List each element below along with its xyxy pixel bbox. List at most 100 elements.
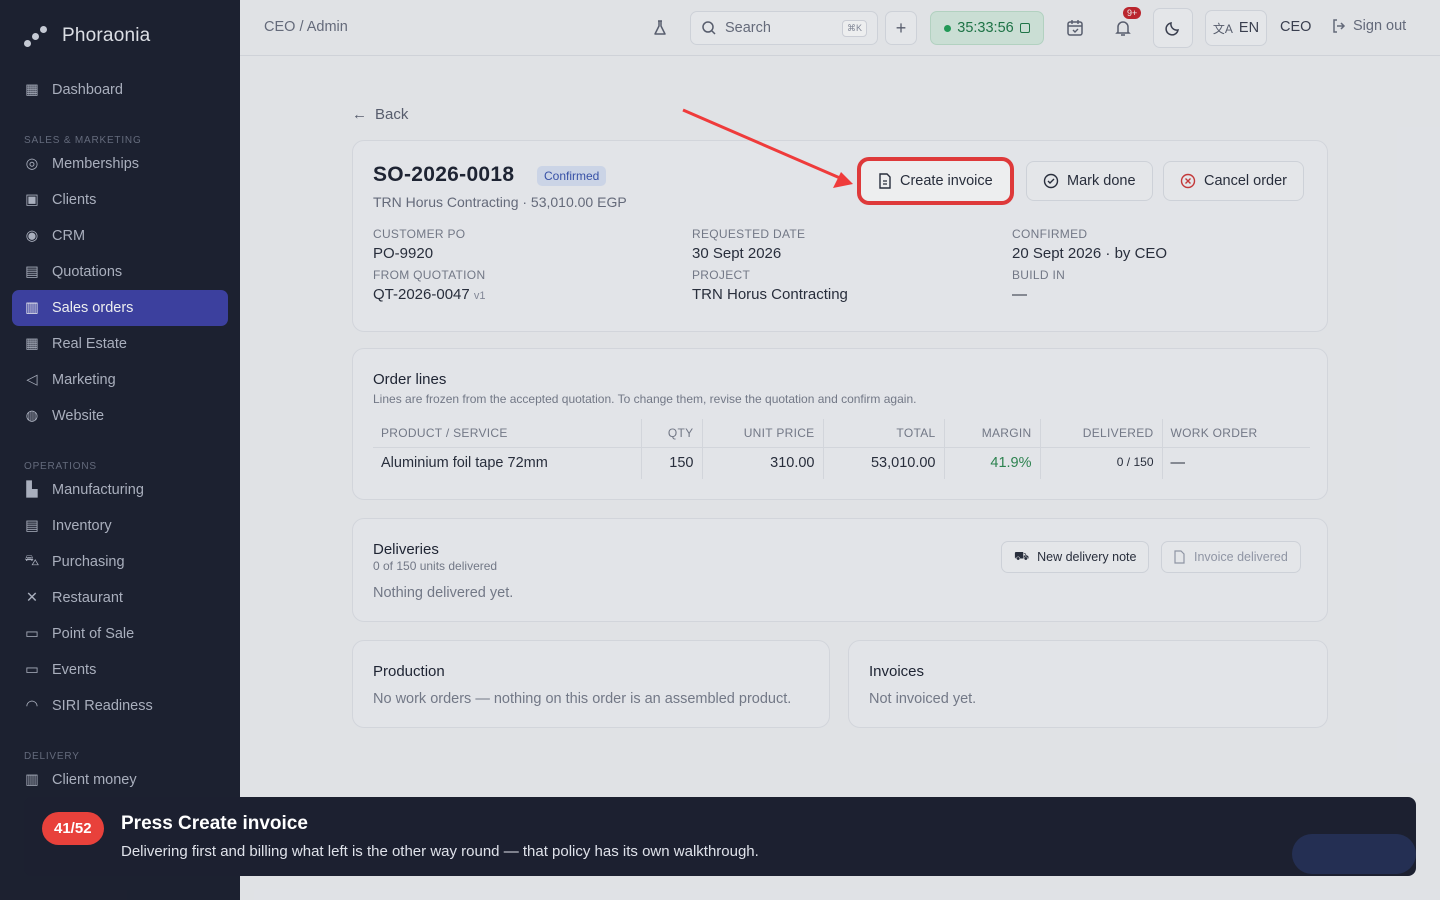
calendar-button[interactable] [1060,11,1090,45]
column-header: DELIVERED [1040,419,1163,448]
cart-icon: ⛍ [24,553,40,569]
sidebar-item-point-of-sale[interactable]: ▭ Point of Sale [0,616,240,652]
sidebar-item-events[interactable]: ▭ Events [0,652,240,688]
sidebar-item-siri-readiness[interactable]: ◠ SIRI Readiness [0,688,240,724]
sidebar-item-label: Events [52,662,97,678]
gauge-icon: ◠ [25,698,39,714]
field-value: 30 Sept 2026 [692,245,782,262]
quotation-link[interactable]: QT-2026-0047 [373,286,470,303]
sidebar-item-label: Restaurant [52,590,123,606]
order-lines-title: Order lines [373,371,447,388]
tour-text: Delivering first and billing what left i… [121,843,759,860]
sidebar-item-purchasing[interactable]: ⛍ Purchasing [0,544,240,580]
timer-status-dot [944,24,952,32]
sidebar-item-quotations[interactable]: ▤ Quotations [0,254,240,290]
theme-toggle[interactable] [1153,8,1193,48]
sidebar-item-manufacturing[interactable]: ▙ Manufacturing [0,472,240,508]
app-name: Phoraonia [62,25,151,46]
factory-icon: ▙ [26,482,38,498]
flask-icon[interactable] [648,11,672,45]
cell-margin: 41.9% [944,447,1041,479]
sidebar-item-label: SIRI Readiness [52,698,153,714]
sidebar-item-crm[interactable]: ◉ CRM [0,218,240,254]
mark-done-button[interactable]: Mark done [1026,161,1153,201]
cell-work-order: — [1170,455,1186,472]
megaphone-icon: ◁ [26,372,38,388]
order-number: SO-2026-0018 [373,163,515,186]
sidebar-item-client-money[interactable]: ▥ Client money [0,762,240,798]
add-button[interactable]: + [885,11,917,45]
field-customer-po: CUSTOMER PO PO-9920 [373,227,692,262]
tour-title: Press Create invoice [121,813,308,834]
sidebar-group-title: OPERATIONS [24,461,97,472]
new-delivery-note-button[interactable]: ⛟ New delivery note [1001,541,1150,573]
quotation-version: v1 [473,290,486,302]
field-label: CONFIRMED [1012,227,1088,241]
create-invoice-button[interactable]: Create invoice [861,161,1010,201]
logout-icon [1333,19,1346,33]
tour-arrow [682,108,853,188]
globe-icon: ◍ [25,408,39,424]
document-icon [1174,550,1185,564]
table-row: Aluminium foil tape 72mm 150 310.00 53,0… [373,447,1310,479]
mark-done-label: Mark done [1067,173,1136,189]
sign-out-label: Sign out [1353,18,1407,34]
field-label: REQUESTED DATE [692,227,806,241]
sidebar-item-label: Website [52,408,105,424]
sidebar-item-inventory[interactable]: ▤ Inventory [0,508,240,544]
sidebar-group-title: SALES & MARKETING [24,135,142,146]
sidebar-item-label: Sales orders [52,300,134,316]
sidebar-item-marketing[interactable]: ◁ Marketing [0,362,240,398]
sidebar-item-label: Purchasing [52,554,125,570]
sidebar-item-clients[interactable]: ▣ Clients [0,182,240,218]
sign-out-link[interactable]: Sign out [1331,18,1406,34]
invoice-icon [879,173,891,189]
clipboard-icon: ▥ [25,300,39,316]
sidebar-item-label: Manufacturing [52,482,144,498]
field-label: CUSTOMER PO [373,227,466,241]
language-button[interactable]: 文A EN [1205,10,1267,46]
cell-delivered: 0 / 150 [1040,447,1163,479]
tour-help-pill[interactable] [1292,834,1416,874]
sidebar-item-sales-orders[interactable]: ▥ Sales orders [12,290,228,326]
store-icon: ▭ [25,626,39,642]
invoices-empty: Not invoiced yet. [869,691,977,707]
sidebar-item-website[interactable]: ◍ Website [0,398,240,434]
timer-button[interactable]: 35:33:56 [930,11,1044,45]
deliveries-empty: Nothing delivered yet. [373,585,514,601]
field-confirmed: CONFIRMED 20 Sept 2026 · by CEO [1012,227,1312,262]
stop-icon [1019,23,1030,33]
language-label: EN [1238,20,1260,36]
document-icon: ▤ [25,264,39,280]
back-label: Back [375,105,409,123]
building-icon: ▦ [25,336,39,352]
calendar-icon [1067,20,1083,36]
sidebar-item-real-estate[interactable]: ▦ Real Estate [0,326,240,362]
table-header-row: PRODUCT / SERVICE QTY UNIT PRICE TOTAL M… [373,419,1310,448]
cell-qty: 150 [641,447,703,479]
deliveries-card: Deliveries 0 of 150 units delivered Noth… [352,518,1328,622]
order-lines-description: Lines are frozen from the accepted quota… [373,392,917,406]
sidebar-item-memberships[interactable]: ◎ Memberships [0,146,240,182]
field-value: TRN Horus Contracting [692,286,848,303]
sidebar-item-label: CRM [52,228,86,244]
cell-unit-price: 310.00 [702,447,824,479]
tour-banner: 41/52 Press Create invoice Delivering fi… [24,797,1416,876]
column-header: QTY [641,419,703,448]
user-role[interactable]: CEO [1280,19,1311,35]
field-project: PROJECT TRN Horus Contracting [692,268,1012,303]
cancel-order-button[interactable]: Cancel order [1163,161,1305,201]
utensils-icon: ✕ [25,590,39,606]
cancel-order-label: Cancel order [1204,173,1288,189]
sidebar-item-restaurant[interactable]: ✕ Restaurant [0,580,240,616]
brand[interactable]: Phoraonia [0,0,240,72]
sidebar-item-dashboard[interactable]: ▦ Dashboard [0,72,240,108]
production-title: Production [373,663,445,680]
x-circle-icon [1180,173,1196,189]
invoice-delivered-button[interactable]: Invoice delivered [1161,541,1301,573]
search-input[interactable]: Search ⌘K [690,11,878,45]
status-badge: Confirmed [537,166,607,186]
field-value: PO-9920 [373,245,434,262]
column-header: TOTAL [823,419,945,448]
moon-icon [1165,22,1179,36]
